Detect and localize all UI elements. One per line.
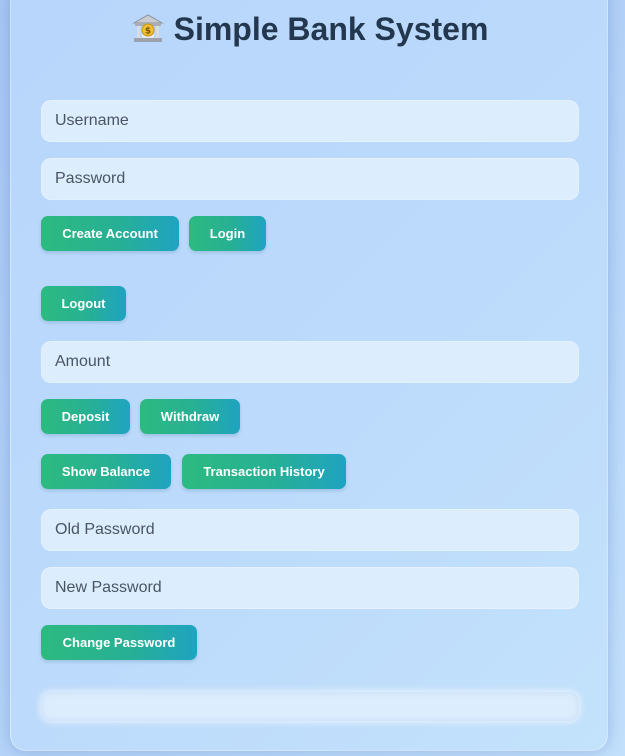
old-password-input[interactable] <box>41 509 579 551</box>
username-input[interactable] <box>41 100 579 142</box>
page-title-text: Simple Bank System <box>173 11 489 47</box>
password-input[interactable] <box>41 158 579 200</box>
bank-icon: $ <box>131 13 164 43</box>
deposit-button[interactable]: Deposit <box>41 399 130 434</box>
output-display <box>41 692 579 721</box>
page-title: $ Simple Bank System <box>11 11 609 48</box>
change-password-button[interactable]: Change Password <box>41 625 197 660</box>
logout-button[interactable]: Logout <box>41 286 126 321</box>
login-button[interactable]: Login <box>189 216 266 251</box>
new-password-input[interactable] <box>41 567 579 609</box>
svg-text:$: $ <box>144 27 150 37</box>
create-account-button[interactable]: Create Account <box>41 216 179 251</box>
withdraw-button[interactable]: Withdraw <box>140 399 240 434</box>
show-balance-button[interactable]: Show Balance <box>41 454 171 489</box>
amount-input[interactable] <box>41 341 579 383</box>
transaction-history-button[interactable]: Transaction History <box>182 454 346 489</box>
bank-card: $ Simple Bank System Create Account Logi… <box>10 0 608 751</box>
